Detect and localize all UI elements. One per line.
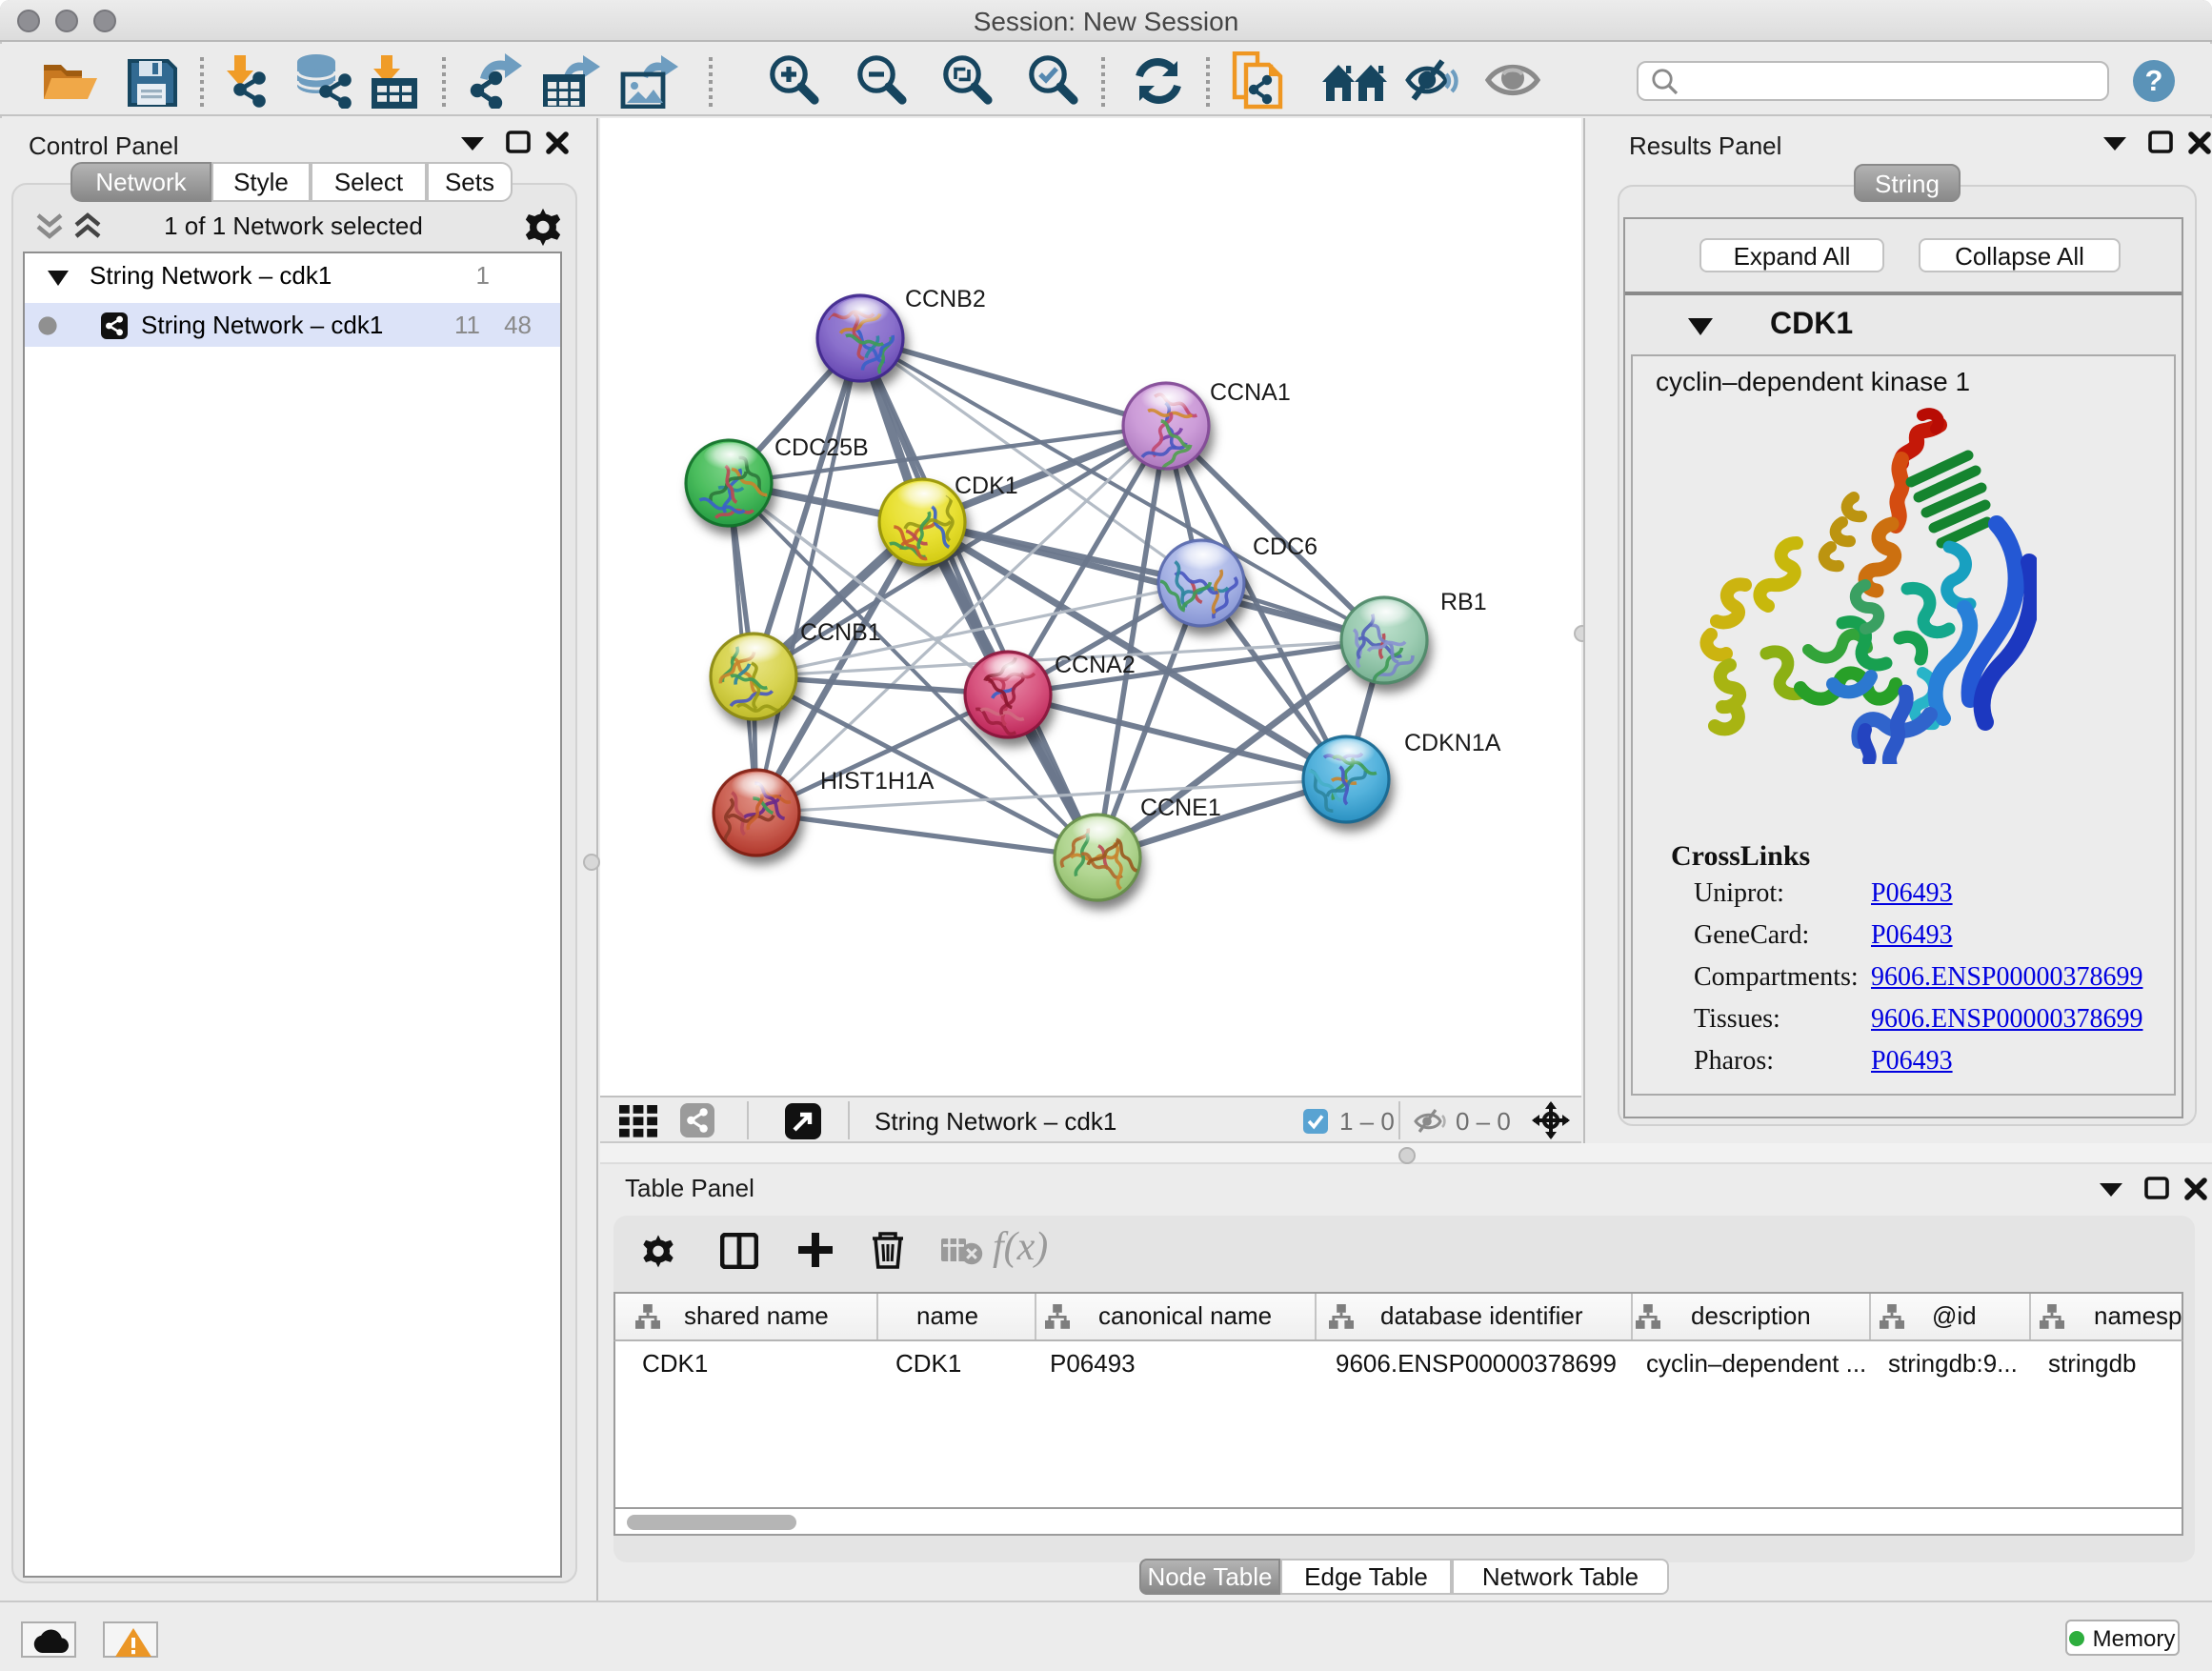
svg-text:CDC6: CDC6 (1253, 534, 1317, 560)
svg-text:CCNB2: CCNB2 (905, 286, 986, 312)
svg-text:CCNA1: CCNA1 (1210, 379, 1291, 406)
svg-text:RB1: RB1 (1440, 589, 1487, 615)
svg-text:CDKN1A: CDKN1A (1404, 730, 1501, 756)
svg-text:HIST1H1A: HIST1H1A (820, 768, 935, 795)
svg-text:CCNE1: CCNE1 (1140, 795, 1221, 821)
svg-text:CCNB1: CCNB1 (800, 619, 881, 646)
svg-text:CCNA2: CCNA2 (1055, 652, 1136, 678)
svg-text:?: ? (2145, 64, 2163, 97)
svg-text:CDC25B: CDC25B (774, 434, 869, 461)
svg-text:CDK1: CDK1 (955, 473, 1018, 499)
